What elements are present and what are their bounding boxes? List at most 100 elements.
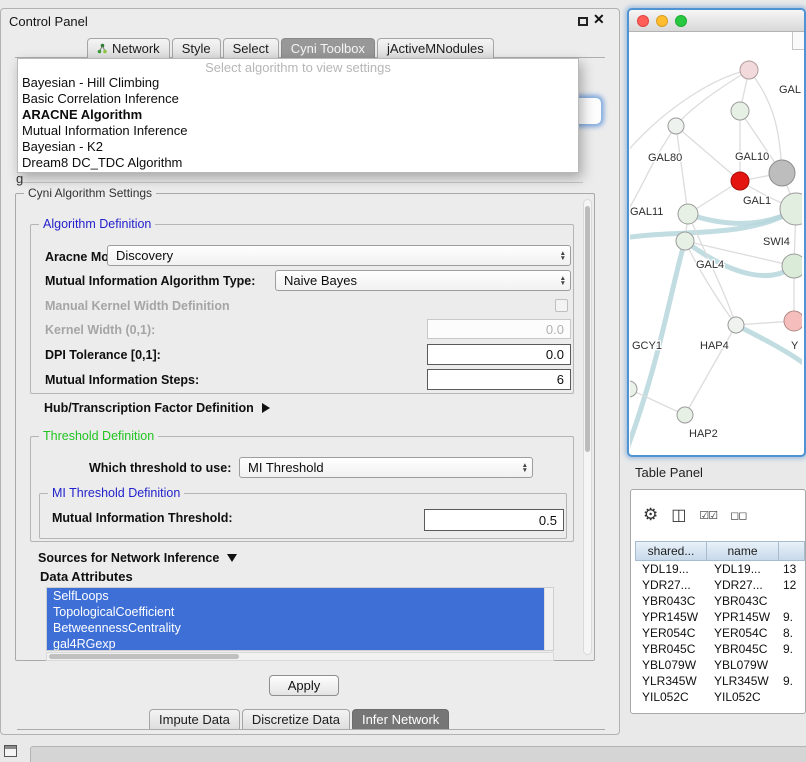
table-row[interactable]: YER054CYER054C8. xyxy=(635,625,805,641)
table-cell: YER054C xyxy=(635,626,707,640)
mi-threshold-field[interactable]: 0.5 xyxy=(424,509,564,531)
aracne-mode-select[interactable]: Discovery ▲▼ xyxy=(107,245,571,266)
which-threshold-select[interactable]: MI Threshold ▲▼ xyxy=(239,457,533,478)
apply-button[interactable]: Apply xyxy=(269,675,339,696)
mi-steps-field[interactable]: 6 xyxy=(427,369,571,390)
scrollbar-thumb[interactable] xyxy=(585,206,590,452)
divider xyxy=(21,182,583,183)
network-window-titlebar[interactable] xyxy=(629,10,804,32)
tab-impute-data[interactable]: Impute Data xyxy=(149,709,240,729)
table-cell: YBR045C xyxy=(635,642,707,656)
table-row[interactable]: YDL19...YDL19...13 xyxy=(635,561,805,577)
deselect-columns-icon[interactable]: ◻◻ xyxy=(730,509,746,522)
manual-kernel-checkbox[interactable] xyxy=(555,299,568,312)
tab-infer-network[interactable]: Infer Network xyxy=(352,709,449,729)
tab-select[interactable]: Select xyxy=(223,38,279,58)
hub-definition-section[interactable]: Hub/Transcription Factor Definition xyxy=(44,401,270,415)
triangle-down-icon[interactable] xyxy=(227,554,237,562)
dpi-tolerance-value: 0.0 xyxy=(546,347,564,362)
algorithm-option[interactable]: Bayesian - K2 xyxy=(18,139,578,155)
attribute-item-selected[interactable]: gal4RGexp xyxy=(47,636,545,651)
list-horizontal-scrollbar[interactable] xyxy=(46,652,554,661)
threshold-definition-title: Threshold Definition xyxy=(39,429,158,443)
node[interactable] xyxy=(728,317,744,333)
node[interactable] xyxy=(677,407,693,423)
mi-threshold-value: 0.5 xyxy=(539,513,557,528)
node[interactable] xyxy=(780,193,802,225)
panel-icon[interactable] xyxy=(4,745,17,757)
chevron-updown-icon: ▲▼ xyxy=(522,463,528,473)
tab-style[interactable]: Style xyxy=(172,38,221,58)
algorithm-option[interactable]: ARACNE Algorithm xyxy=(18,107,578,123)
column-header[interactable]: name xyxy=(707,541,779,561)
float-window-icon[interactable] xyxy=(578,17,588,26)
table-cell: YDR27... xyxy=(635,578,707,592)
node[interactable] xyxy=(769,160,795,186)
node[interactable] xyxy=(630,381,637,397)
minimize-traffic-light[interactable] xyxy=(656,15,668,27)
table-cell: YPR145W xyxy=(707,610,779,624)
tab-discretize-data[interactable]: Discretize Data xyxy=(242,709,350,729)
tab-network[interactable]: Network xyxy=(87,38,170,58)
manual-kernel-label: Manual Kernel Width Definition xyxy=(45,299,230,313)
algorithm-option[interactable]: Mutual Information Inference xyxy=(18,123,578,139)
table-row[interactable]: YBR043CYBR043C xyxy=(635,593,805,609)
column-header[interactable]: shared... xyxy=(635,541,707,561)
triangle-right-icon[interactable] xyxy=(262,403,270,413)
attribute-item-selected[interactable]: SelfLoops xyxy=(47,588,545,604)
table-row[interactable]: YBL079WYBL079W xyxy=(635,657,805,673)
data-attributes-list[interactable]: SelfLoopsTopologicalCoefficientBetweenne… xyxy=(46,587,554,651)
table-row[interactable]: YIL052CYIL052C xyxy=(635,689,805,705)
table-row[interactable]: YLR345WYLR345W9. xyxy=(635,673,805,689)
node[interactable] xyxy=(784,311,802,331)
node[interactable] xyxy=(740,61,758,79)
node-label: GAL4 xyxy=(696,259,724,271)
table-toolbar: ⚙ ◫ ☑☑ ◻◻ xyxy=(643,498,746,532)
table-cell: YBR043C xyxy=(707,594,779,608)
table-row[interactable]: YBR045CYBR045C9. xyxy=(635,641,805,657)
network-window[interactable]: GALGAL80GAL10GAL11GAL1SWI4GAL4GCY1HAP4YH… xyxy=(627,8,806,457)
kernel-width-field[interactable]: 0.0 xyxy=(427,319,571,339)
edge[interactable] xyxy=(676,126,740,181)
column-header[interactable] xyxy=(779,541,805,561)
attribute-item-selected[interactable]: TopologicalCoefficient xyxy=(47,604,545,620)
node[interactable] xyxy=(678,204,698,224)
node-label: GAL1 xyxy=(743,195,771,207)
algorithm-option[interactable]: Bayesian - Hill Climbing xyxy=(18,75,578,91)
edge[interactable] xyxy=(685,325,736,415)
table-cell: YPR145W xyxy=(635,610,707,624)
select-columns-icon[interactable]: ☑☑ xyxy=(699,509,717,522)
table-row[interactable]: YPR145WYPR145W9. xyxy=(635,609,805,625)
node[interactable] xyxy=(731,172,749,190)
tab-jactivemnodules[interactable]: jActiveMNodules xyxy=(377,38,494,58)
edge[interactable] xyxy=(630,126,676,213)
algorithm-option[interactable]: Dream8 DC_TDC Algorithm xyxy=(18,155,578,171)
columns-icon[interactable]: ◫ xyxy=(671,505,686,525)
table-row[interactable]: YDR27...YDR27...12 xyxy=(635,577,805,593)
node[interactable] xyxy=(668,118,684,134)
edge[interactable] xyxy=(685,241,736,325)
sources-section[interactable]: Sources for Network Inference xyxy=(38,551,237,565)
node-label: HAP2 xyxy=(689,428,718,440)
node[interactable] xyxy=(731,102,749,120)
node-label: GAL xyxy=(779,84,801,96)
edge[interactable] xyxy=(676,126,688,214)
network-canvas[interactable]: GALGAL80GAL10GAL11GAL1SWI4GAL4GCY1HAP4YH… xyxy=(630,33,802,455)
scrollbar-thumb[interactable] xyxy=(49,654,239,659)
close-traffic-light[interactable] xyxy=(637,15,649,27)
dropdown-placeholder: Select algorithm to view settings xyxy=(18,60,578,75)
attribute-item-selected[interactable]: BetweennessCentrality xyxy=(47,620,545,636)
list-vertical-scrollbar[interactable] xyxy=(544,588,553,650)
close-icon[interactable]: ✕ xyxy=(593,11,605,28)
node[interactable] xyxy=(676,232,694,250)
table-cell: YDL19... xyxy=(707,562,779,576)
mi-type-select[interactable]: Naive Bayes ▲▼ xyxy=(275,270,571,291)
node[interactable] xyxy=(782,254,802,278)
table-cell: 9. xyxy=(779,674,805,688)
gear-icon[interactable]: ⚙ xyxy=(643,505,658,525)
algorithm-option[interactable]: Basic Correlation Inference xyxy=(18,91,578,107)
tab-cyni-toolbox[interactable]: Cyni Toolbox xyxy=(281,38,375,58)
settings-scrollbar[interactable] xyxy=(583,199,592,655)
zoom-traffic-light[interactable] xyxy=(675,15,687,27)
dpi-tolerance-field[interactable]: 0.0 xyxy=(427,344,571,365)
